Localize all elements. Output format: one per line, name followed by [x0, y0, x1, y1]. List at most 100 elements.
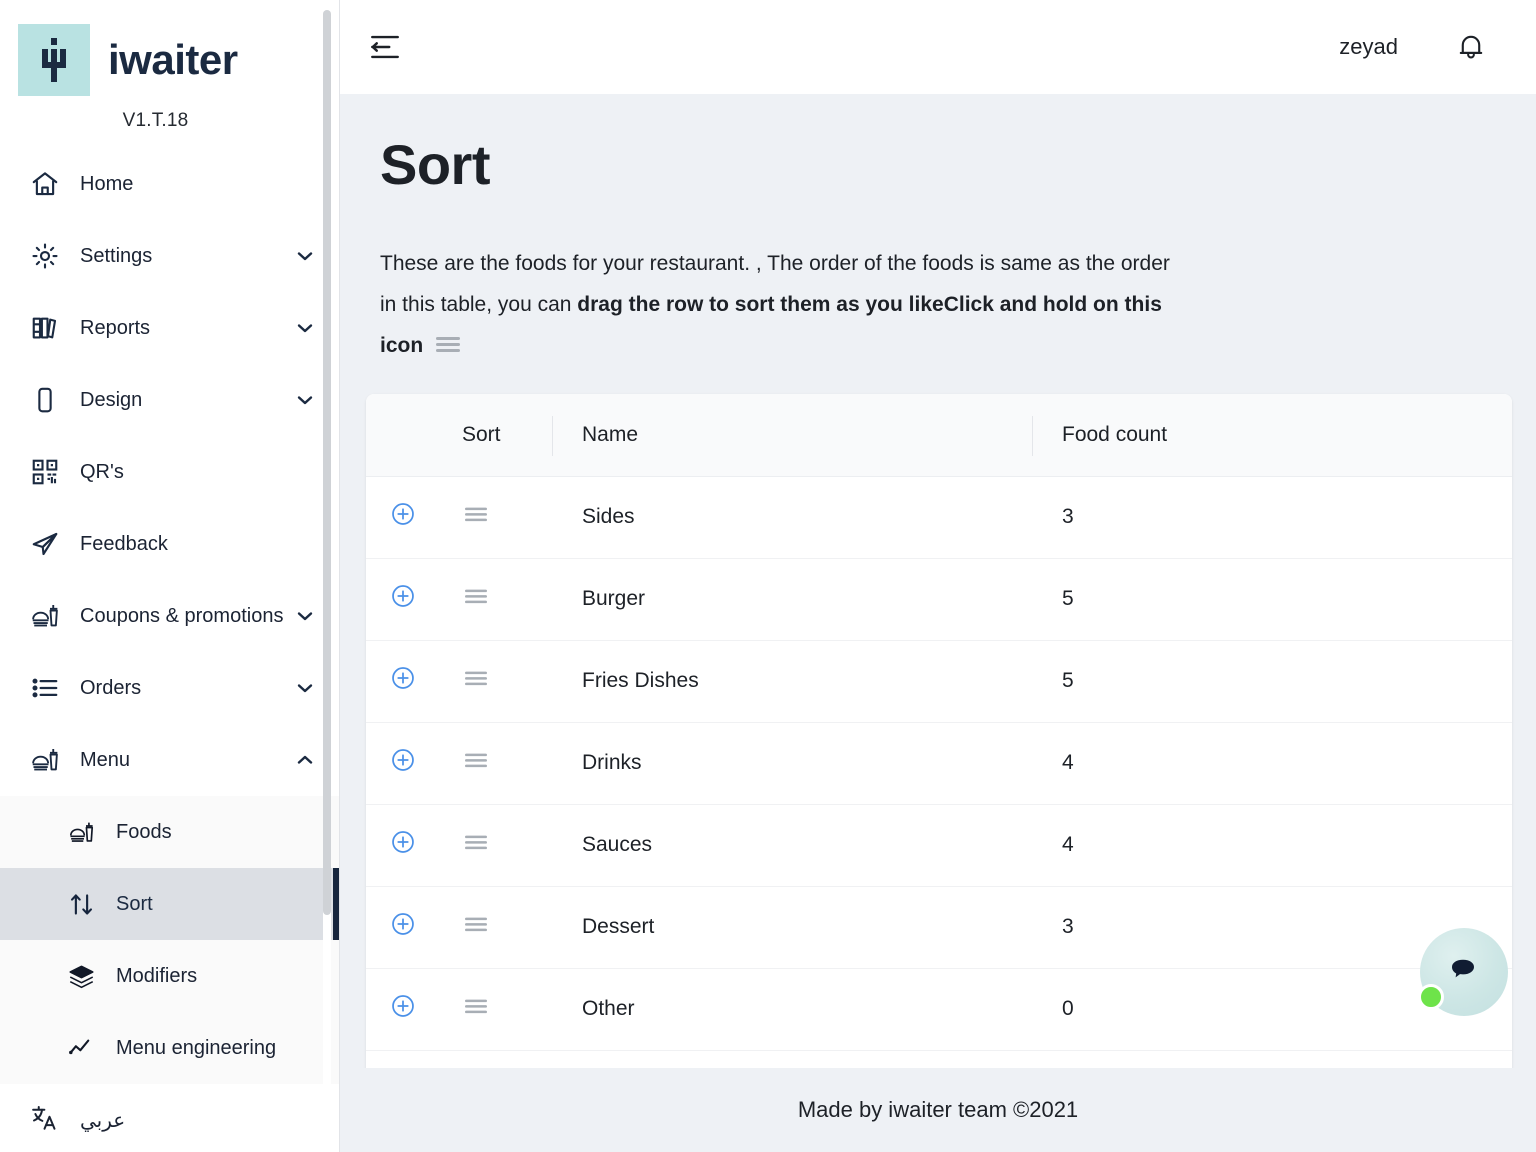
- sidebar-item-modifiers[interactable]: Modifiers: [0, 940, 339, 1012]
- circle-plus-icon[interactable]: [390, 993, 416, 1019]
- row-name: Sauces: [552, 804, 1032, 886]
- circle-plus-icon[interactable]: [390, 583, 416, 609]
- row-food-count: 3: [1032, 476, 1512, 558]
- row-name: Burger: [552, 558, 1032, 640]
- sidebar-nav: Home Settings: [0, 148, 339, 1152]
- drag-handle-icon[interactable]: [462, 749, 490, 771]
- table-row[interactable]: Sides3: [366, 476, 1512, 558]
- sort-arrows-icon: [68, 891, 102, 918]
- sidebar-item-label: Design: [80, 389, 293, 412]
- row-food-count: 4: [1032, 804, 1512, 886]
- row-name: Sides: [552, 476, 1032, 558]
- home-icon: [30, 169, 68, 199]
- drag-handle-icon: [433, 329, 463, 370]
- sort-table-card: Sort Name Food count Sides3Burger5Fries …: [366, 394, 1512, 1068]
- sidebar-item-foods[interactable]: Foods: [0, 796, 339, 868]
- row-expand-cell: [366, 722, 462, 804]
- drag-handle-icon[interactable]: [462, 585, 490, 607]
- bell-icon[interactable]: [1454, 30, 1488, 64]
- chevron-down-icon[interactable]: [293, 604, 317, 628]
- sidebar-item-label: Reports: [80, 317, 293, 340]
- iwaiter-trident-icon: [18, 24, 90, 96]
- chevron-up-icon[interactable]: [293, 748, 317, 772]
- row-expand-cell: [366, 558, 462, 640]
- table-row[interactable]: Sauces4: [366, 804, 1512, 886]
- chat-widget[interactable]: [1420, 928, 1508, 1016]
- sidebar-item-settings[interactable]: Settings: [0, 220, 339, 292]
- sort-table: Sort Name Food count Sides3Burger5Fries …: [366, 394, 1512, 1068]
- sidebar-item-design[interactable]: Design: [0, 364, 339, 436]
- table-row[interactable]: Pizza2: [366, 1050, 1512, 1068]
- sidebar-item-home[interactable]: Home: [0, 148, 339, 220]
- row-expand-cell: [366, 476, 462, 558]
- sidebar-item-label: Settings: [80, 245, 293, 268]
- row-expand-cell: [366, 804, 462, 886]
- circle-plus-icon[interactable]: [390, 829, 416, 855]
- table-row[interactable]: Dessert3: [366, 886, 1512, 968]
- mobile-icon: [30, 385, 68, 415]
- books-icon: [30, 313, 68, 343]
- table-row[interactable]: Burger5: [366, 558, 1512, 640]
- sidebar-scrollbar[interactable]: [323, 10, 331, 1115]
- layers-icon: [68, 963, 102, 990]
- sidebar-item-reports[interactable]: Reports: [0, 292, 339, 364]
- circle-plus-icon[interactable]: [390, 665, 416, 691]
- row-drag-cell: [462, 640, 552, 722]
- qr-code-icon: [30, 457, 68, 487]
- menu-submenu: Foods Sort: [0, 796, 339, 1084]
- row-name: Fries Dishes: [552, 640, 1032, 722]
- page-description: These are the foods for your restaurant.…: [380, 243, 1170, 370]
- sidebar-item-coupons-promotions[interactable]: Coupons & promotions: [0, 580, 339, 652]
- brand-logo[interactable]: iwaiter: [0, 0, 339, 96]
- circle-plus-icon[interactable]: [390, 747, 416, 773]
- sidebar-item-label: Feedback: [80, 533, 317, 556]
- chevron-down-icon[interactable]: [293, 316, 317, 340]
- row-name: Pizza: [552, 1050, 1032, 1068]
- chevron-down-icon[interactable]: [293, 676, 317, 700]
- row-drag-cell: [462, 1050, 552, 1068]
- chevron-down-icon[interactable]: [293, 244, 317, 268]
- sidebar-item-menu-engineering[interactable]: Menu engineering: [0, 1012, 339, 1084]
- row-expand-cell: [366, 640, 462, 722]
- row-drag-cell: [462, 722, 552, 804]
- table-row[interactable]: Drinks4: [366, 722, 1512, 804]
- sidebar-item-sort[interactable]: Sort: [0, 868, 339, 940]
- row-food-count: 5: [1032, 558, 1512, 640]
- sidebar-scrollbar-thumb[interactable]: [323, 10, 331, 915]
- burger-drink-icon: [68, 819, 102, 846]
- row-drag-cell: [462, 476, 552, 558]
- drag-handle-icon[interactable]: [462, 913, 490, 935]
- language-switcher-arabic[interactable]: عربي: [0, 1084, 339, 1152]
- collapse-sidebar-icon[interactable]: [368, 30, 402, 64]
- row-name: Other: [552, 968, 1032, 1050]
- row-drag-cell: [462, 558, 552, 640]
- sidebar-item-orders[interactable]: Orders: [0, 652, 339, 724]
- drag-handle-icon[interactable]: [462, 831, 490, 853]
- user-name[interactable]: zeyad: [1339, 34, 1398, 60]
- drag-handle-icon[interactable]: [462, 995, 490, 1017]
- table-row[interactable]: Fries Dishes5: [366, 640, 1512, 722]
- table-body: Sides3Burger5Fries Dishes5Drinks4Sauces4…: [366, 476, 1512, 1068]
- language-label: عربي: [80, 1108, 125, 1133]
- drag-handle-icon[interactable]: [462, 667, 490, 689]
- chevron-down-icon[interactable]: [293, 388, 317, 412]
- app-version: V1.T.18: [0, 110, 339, 132]
- table-row[interactable]: Other0: [366, 968, 1512, 1050]
- row-expand-cell: [366, 886, 462, 968]
- sidebar-item-qrs[interactable]: QR's: [0, 436, 339, 508]
- sidebar-item-feedback[interactable]: Feedback: [0, 508, 339, 580]
- circle-plus-icon[interactable]: [390, 911, 416, 937]
- row-drag-cell: [462, 804, 552, 886]
- paper-plane-icon: [30, 529, 68, 559]
- main-area: zeyad Sort These are the foods for your …: [340, 0, 1536, 1152]
- sidebar-item-label: Home: [80, 173, 317, 196]
- brand-name: iwaiter: [108, 39, 238, 81]
- drag-handle-icon[interactable]: [462, 503, 490, 525]
- sidebar-subitem-label: Foods: [116, 821, 172, 844]
- sidebar-item-menu[interactable]: Menu: [0, 724, 339, 796]
- row-drag-cell: [462, 886, 552, 968]
- row-name: Dessert: [552, 886, 1032, 968]
- circle-plus-icon[interactable]: [390, 501, 416, 527]
- page-title: Sort: [380, 132, 1512, 197]
- burger-drink-icon: [30, 601, 68, 631]
